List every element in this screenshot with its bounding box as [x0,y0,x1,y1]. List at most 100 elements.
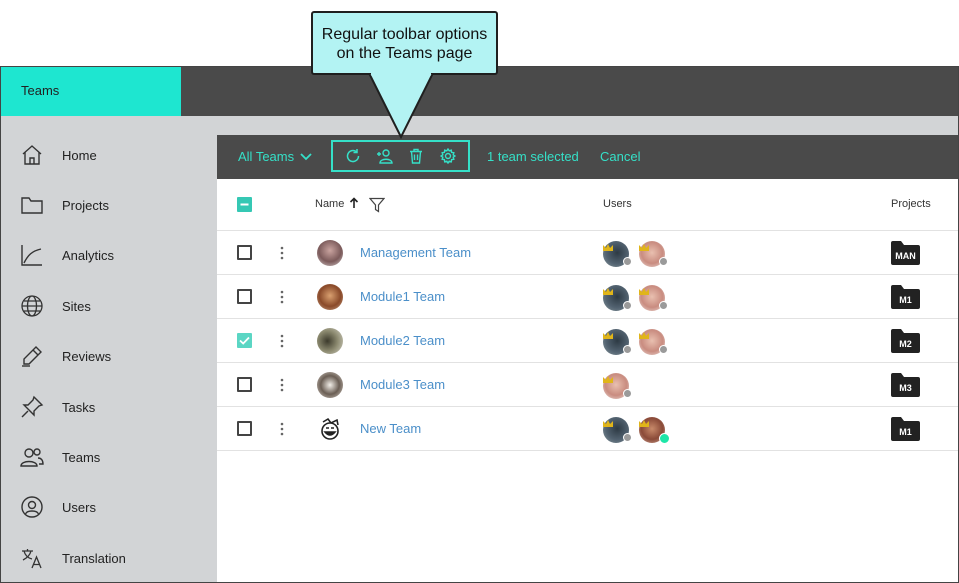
row-menu-icon[interactable] [280,334,284,348]
team-name-link[interactable]: Module3 Team [360,377,445,392]
team-name-link[interactable]: Management Team [360,245,471,260]
app-brand-tab[interactable]: Teams [1,67,181,116]
sidebar: Home Projects Analytics Sites Reviews Ta… [1,116,217,582]
content-top-gap [217,116,958,135]
sidebar-item-label: Translation [62,550,126,566]
team-users [603,282,683,312]
teams-table: Name Users Projects Management Team MAN … [217,179,958,451]
callout-line-2: on the Teams page [336,45,473,62]
team-filter-dropdown[interactable]: All Teams [238,135,312,179]
people-icon [20,445,44,469]
team-filter-label: All Teams [238,149,295,164]
callout-line-1: Regular toolbar options [321,26,488,43]
globe-icon [20,294,44,318]
column-header-projects: Projects [891,198,931,210]
project-label: M1 [899,427,912,437]
sidebar-item-projects[interactable]: Projects [1,185,217,225]
row-menu-icon[interactable] [280,422,284,436]
team-avatar [317,284,343,310]
table-row[interactable]: Management Team MAN [217,231,958,275]
project-label: M2 [899,339,912,349]
folder-icon [20,193,44,217]
team-mascot-avatar [317,416,343,442]
pencil-icon [20,344,44,368]
sidebar-item-sites[interactable]: Sites [1,286,217,326]
table-row[interactable]: New Team M1 [217,407,958,451]
sidebar-item-label: Projects [62,197,109,213]
row-checkbox[interactable] [237,421,252,436]
sidebar-item-analytics[interactable]: Analytics [1,235,217,275]
team-name-link[interactable]: Module1 Team [360,289,445,304]
status-dot [623,345,632,354]
row-checkbox[interactable] [237,289,252,304]
crown-icon [603,326,613,339]
team-avatar [317,240,343,266]
sidebar-item-label: Analytics [62,247,115,263]
row-menu-icon[interactable] [280,378,284,392]
filter-icon[interactable] [368,197,386,218]
pin-icon [20,395,44,419]
sidebar-item-label: Reviews [62,348,112,364]
status-dot [659,257,668,266]
row-menu-icon[interactable] [280,290,284,304]
team-avatar [317,372,343,398]
column-header-users: Users [603,198,632,210]
team-users [603,370,683,400]
row-menu-icon[interactable] [280,246,284,260]
column-header-name[interactable]: Name [315,198,344,210]
row-checkbox[interactable] [237,377,252,392]
crown-icon [639,282,649,295]
team-users [603,326,683,356]
project-label: M1 [899,295,912,305]
online-status-dot [659,433,670,444]
trash-icon[interactable] [405,145,427,167]
annotation-callout: Regular toolbar options on the Teams pag… [311,11,498,75]
table-row[interactable]: Module3 Team M3 [217,363,958,407]
team-users [603,414,683,444]
crown-icon [639,238,649,251]
settings-gear-icon[interactable] [437,145,459,167]
crown-icon [603,282,613,295]
callout-pointer [367,73,435,139]
sidebar-item-translation[interactable]: Translation [1,538,217,578]
sidebar-item-reviews[interactable]: Reviews [1,336,217,376]
row-checkbox[interactable] [237,333,252,348]
sort-ascending-icon[interactable] [349,196,359,214]
sidebar-item-tasks[interactable]: Tasks [1,387,217,427]
row-checkbox[interactable] [237,245,252,260]
sidebar-item-label: Home [62,147,97,163]
crown-icon [639,414,649,427]
home-icon [20,143,44,167]
team-users [603,238,683,268]
app-window: Teams Home Projects Analytics Sites Revi… [0,66,959,583]
project-label: MAN [895,251,916,261]
toolbar-actions-group [331,140,470,172]
user-circle-icon [20,495,44,519]
refresh-icon[interactable] [342,145,364,167]
sidebar-item-home[interactable]: Home [1,135,217,175]
status-dot [659,301,668,310]
table-row[interactable]: Module2 Team M2 [217,319,958,363]
crown-icon [639,326,649,339]
crown-icon [603,370,613,383]
screenshot-stage: Regular toolbar options on the Teams pag… [0,0,959,583]
status-dot [623,433,632,442]
chart-icon [20,243,44,267]
crown-icon [603,238,613,251]
team-name-link[interactable]: Module2 Team [360,333,445,348]
add-user-icon[interactable] [374,145,396,167]
sidebar-item-users[interactable]: Users [1,487,217,527]
chevron-down-icon [300,135,312,179]
crown-icon [603,414,613,427]
status-dot [659,345,668,354]
select-all-checkbox[interactable] [237,197,252,212]
selection-count: 1 team selected [487,149,579,164]
cancel-selection-link[interactable]: Cancel [600,135,640,179]
sidebar-item-teams[interactable]: Teams [1,437,217,477]
sidebar-item-label: Teams [62,449,101,465]
team-avatar [317,328,343,354]
translate-icon [20,546,44,570]
table-row[interactable]: Module1 Team M1 [217,275,958,319]
status-dot [623,301,632,310]
team-name-link[interactable]: New Team [360,421,421,436]
